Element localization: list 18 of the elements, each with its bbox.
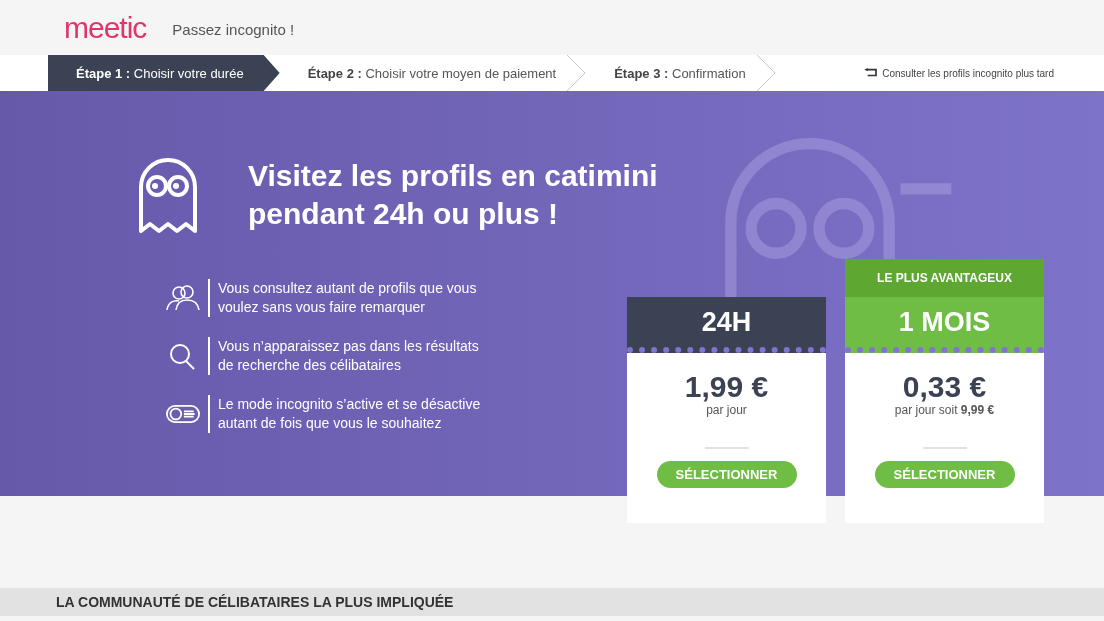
offer-price: 0,33 € [902, 371, 987, 403]
logo: meetic [64, 10, 147, 45]
step-tab[interactable]: Étape 2 : Choisir votre moyen de paiement [279, 55, 587, 91]
offer-header: 1 MOIS [845, 297, 1044, 353]
price-unit: par jour soit 9,99 € [894, 403, 995, 417]
offer-badge: LE PLUS AVANTAGEUX [845, 259, 1044, 297]
feature-text: Vous consultez autant de profils que vous voulez sans vous faire remarquer [218, 279, 478, 317]
feature-text: Vous n’apparaissez pas dans les résultats de recherche des célibataires [218, 337, 480, 375]
offer-header: 24H [627, 297, 826, 353]
offer-price: 1,99 € [684, 371, 769, 403]
later-link[interactable]: Consulter les profils incognito plus tard [864, 67, 1054, 79]
hero-title: Visitez les profils en catimini pendant 24h ou plus ! [248, 158, 659, 232]
step-tab[interactable]: Étape 1 : Choisir votre durée [48, 55, 280, 91]
step-tab[interactable]: Étape 3 : Confirmation [586, 55, 776, 91]
price-unit: par jour [706, 403, 747, 417]
feature-text: Le mode incognito s’active et se désactive autant de fois que vous le souhaitez [218, 395, 482, 433]
section-header: LA COMMUNAUTÉ DE CÉLIBATAIRES LA PLUS IMPLIQUÉE [0, 588, 1104, 616]
page-title: Passez incognito ! [172, 21, 295, 38]
